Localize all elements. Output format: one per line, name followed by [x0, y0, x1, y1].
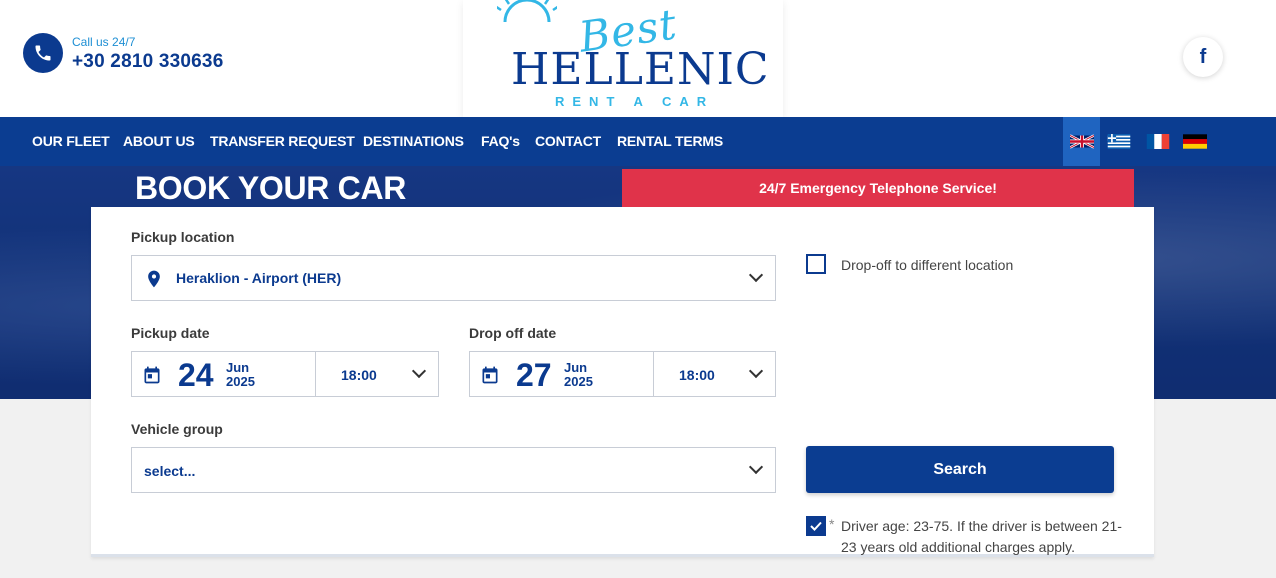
driver-age-checkbox[interactable] [806, 516, 826, 536]
chevron-down-icon [411, 363, 427, 379]
pickup-location-value: Heraklion - Airport (HER) [176, 270, 342, 286]
page-title: BOOK YOUR CAR [135, 170, 407, 206]
pickup-year: 2025 [226, 374, 255, 389]
nav-item-our-fleet[interactable]: OUR FLEET [32, 133, 110, 149]
site-header: Call us 24/7 +30 2810 330636 Best HELLEN… [0, 0, 1276, 117]
facebook-icon[interactable]: f [1183, 37, 1223, 77]
flag-greece-icon[interactable] [1100, 117, 1137, 166]
driver-age-note: Driver age: 23-75. If the driver is betw… [841, 518, 1122, 555]
pickup-date-label: Pickup date [131, 325, 210, 341]
nav-item-faqs[interactable]: FAQ's [481, 133, 520, 149]
dropoff-different-checkbox[interactable] [806, 254, 826, 274]
flag-germany-icon[interactable] [1176, 117, 1213, 166]
pickup-location-label: Pickup location [131, 229, 235, 245]
dropoff-date-label: Drop off date [469, 325, 557, 341]
nav-item-about-us[interactable]: ABOUT US [123, 133, 195, 149]
pickup-time[interactable]: 18:00 [341, 367, 377, 383]
emergency-banner: 24/7 Emergency Telephone Service! [622, 169, 1134, 207]
vehicle-group-select[interactable]: select... [131, 447, 776, 493]
booking-form: Pickup location Heraklion - Airport (HER… [91, 207, 1154, 557]
vehicle-group-value: select... [144, 463, 196, 479]
nav-item-contact[interactable]: CONTACT [535, 133, 601, 149]
chevron-down-icon [748, 363, 764, 379]
nav-item-transfer-request[interactable]: TRANSFER REQUEST [210, 133, 355, 149]
flag-uk-icon[interactable] [1063, 117, 1100, 166]
calendar-icon [482, 366, 498, 384]
pickup-location-select[interactable]: Heraklion - Airport (HER) [131, 255, 776, 301]
dropoff-day: 27 [516, 357, 552, 393]
field-divider [653, 352, 654, 396]
vehicle-group-label: Vehicle group [131, 421, 223, 437]
dropoff-different-label: Drop-off to different location [841, 257, 1014, 273]
dropoff-date-field[interactable]: 27 Jun 2025 18:00 [469, 351, 776, 397]
dropoff-month: Jun [564, 360, 588, 375]
search-button[interactable]: Search [806, 446, 1114, 493]
logo-main-text: HELLENIC [511, 44, 770, 95]
chevron-down-icon [748, 459, 764, 475]
phone-icon[interactable] [23, 33, 63, 73]
site-logo[interactable]: Best HELLENIC RENT A CAR [463, 0, 783, 117]
phone-number[interactable]: +30 2810 330636 [72, 51, 223, 73]
call-label: Call us 24/7 [72, 35, 136, 49]
required-asterisk: * [829, 516, 835, 532]
calendar-icon [144, 366, 160, 384]
map-pin-icon [148, 270, 160, 288]
field-divider [315, 352, 316, 396]
pickup-month: Jun [226, 360, 250, 375]
checkmark-icon [810, 521, 822, 531]
sun-icon [497, 0, 557, 23]
logo-sub-text: RENT A CAR [555, 94, 715, 109]
dropoff-time[interactable]: 18:00 [679, 367, 715, 383]
chevron-down-icon [748, 267, 764, 283]
main-nav: OUR FLEET ABOUT US TRANSFER REQUEST DEST… [0, 117, 1276, 166]
pickup-date-field[interactable]: 24 Jun 2025 18:00 [131, 351, 439, 397]
pickup-day: 24 [178, 357, 214, 393]
nav-item-rental-terms[interactable]: RENTAL TERMS [617, 133, 723, 149]
nav-item-destinations[interactable]: DESTINATIONS [363, 133, 464, 149]
flag-france-icon[interactable] [1139, 117, 1176, 166]
dropoff-year: 2025 [564, 374, 593, 389]
